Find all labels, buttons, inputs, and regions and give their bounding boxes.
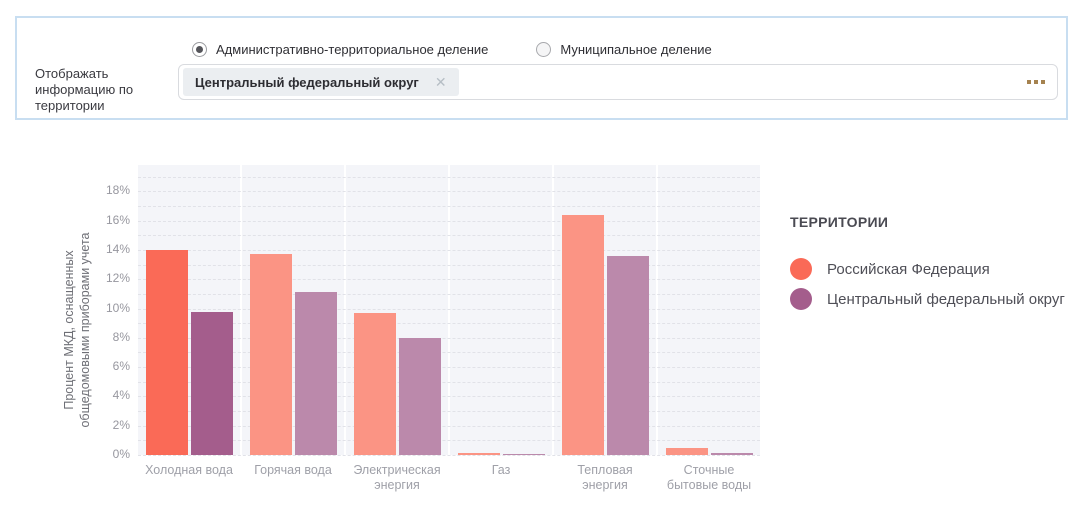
territory-chip-label: Центральный федеральный округ [195,75,419,90]
division-radio-group: Административно-территориальное деление … [192,42,712,57]
legend: ТЕРРИТОРИИ Российская Федерация Центральн… [790,214,1080,314]
territory-select-field[interactable]: Центральный федеральный округ ✕ [178,64,1058,100]
category-band [242,165,344,455]
bands [138,165,760,455]
territory-field-label: Отображать информацию по территории [35,66,187,114]
y-tick-label: 14% [86,242,130,256]
y-tick-label: 12% [86,271,130,285]
bar-cfo[interactable] [711,453,753,455]
category-band [346,165,448,455]
legend-marker-icon [790,288,812,310]
chip-remove-icon[interactable]: ✕ [435,75,447,89]
more-options-icon[interactable] [1027,80,1045,84]
y-tick-label: 10% [86,301,130,315]
y-tick-label: 6% [86,359,130,373]
y-tick-label: 18% [86,183,130,197]
legend-title: ТЕРРИТОРИИ [790,214,1080,230]
x-category-label: Электрическая энергия [346,463,448,493]
filter-panel: Административно-территориальное деление … [15,16,1068,120]
legend-item-label: Центральный федеральный округ [827,291,1065,308]
x-category-label: Сточные бытовые воды [658,463,760,493]
category-band [554,165,656,455]
bar-cfo[interactable] [295,292,337,455]
y-tick-label: 0% [86,447,130,461]
bar-cfo[interactable] [503,454,545,456]
x-labels: Холодная водаГорячая водаЭлектрическая э… [138,463,760,493]
y-tick-label: 16% [86,213,130,227]
x-category-label: Газ [450,463,552,493]
radio-municipal-division[interactable]: Муниципальное деление [536,42,711,57]
x-category-label: Тепловая энергия [554,463,656,493]
legend-item[interactable]: Центральный федеральный округ [790,284,1080,314]
territory-chip[interactable]: Центральный федеральный округ ✕ [183,68,459,96]
x-category-label: Холодная вода [138,463,240,493]
radio-label: Муниципальное деление [560,42,711,57]
bar-cfo[interactable] [399,338,441,455]
gridline [138,455,760,456]
bar-cfo[interactable] [607,256,649,455]
bar-rf[interactable] [146,250,188,455]
category-band [138,165,240,455]
y-tick-label: 8% [86,330,130,344]
legend-items: Российская Федерация Центральный федераль… [790,254,1080,314]
bar-rf[interactable] [354,313,396,455]
radio-administrative-division[interactable]: Административно-территориальное деление [192,42,488,57]
bar-cfo[interactable] [191,312,233,456]
radio-unselected-icon[interactable] [536,42,551,57]
x-category-label: Горячая вода [242,463,344,493]
radio-label: Административно-территориальное деление [216,42,488,57]
category-band [450,165,552,455]
radio-selected-icon[interactable] [192,42,207,57]
y-tick-label: 2% [86,418,130,432]
legend-item-label: Российская Федерация [827,261,990,278]
legend-marker-icon [790,258,812,280]
bar-rf[interactable] [458,453,500,455]
bar-rf[interactable] [250,254,292,455]
bar-rf[interactable] [562,215,604,455]
y-tick-label: 4% [86,388,130,402]
bar-rf[interactable] [666,448,708,455]
category-band [658,165,760,455]
plot-area [138,165,760,455]
analytics-page: Административно-территориальное деление … [0,0,1083,514]
legend-item[interactable]: Российская Федерация [790,254,1080,284]
